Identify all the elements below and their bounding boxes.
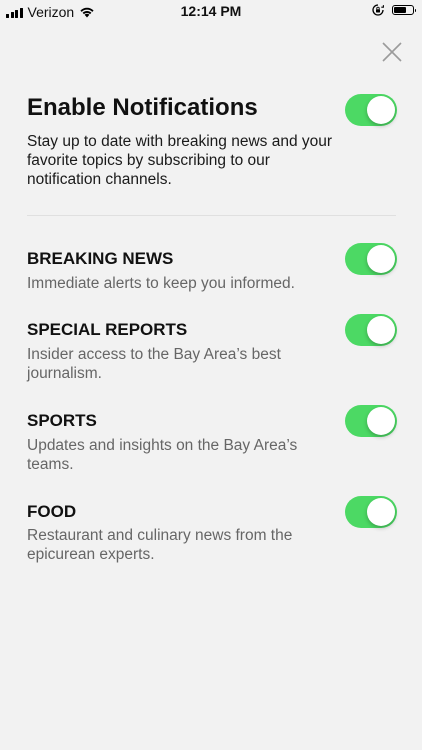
status-right	[372, 4, 416, 16]
toggle-knob	[367, 245, 395, 273]
battery-fill	[394, 7, 406, 13]
close-icon	[382, 42, 402, 62]
channel-description-sports: Updates and insights on the Bay Area’s t…	[27, 437, 298, 473]
special-reports-toggle[interactable]	[345, 314, 397, 346]
channel-title-sports: SPORTS	[27, 411, 97, 430]
toggle-knob	[367, 407, 395, 435]
channel-title-food: FOOD	[27, 502, 77, 521]
battery-icon	[392, 5, 416, 15]
page-description: Stay up to date with breaking news and y…	[27, 133, 333, 188]
enable-notifications-toggle[interactable]	[345, 94, 397, 126]
channel-description-special-reports: Insider access to the Bay Area’s best jo…	[27, 346, 281, 382]
channel-title-special-reports: SPECIAL REPORTS	[27, 320, 188, 339]
close-button[interactable]	[378, 38, 406, 66]
toggle-knob	[367, 498, 395, 526]
sports-toggle[interactable]	[345, 405, 397, 437]
divider	[27, 215, 396, 216]
page-title: Enable Notifications	[27, 94, 258, 121]
channel-description-food: Restaurant and culinary news from the ep…	[27, 527, 293, 563]
channel-title-breaking-news: BREAKING NEWS	[27, 249, 174, 268]
toggle-knob	[367, 316, 395, 344]
channel-description-breaking-news: Immediate alerts to keep you informed.	[27, 275, 295, 292]
toggle-knob	[367, 96, 395, 124]
food-toggle[interactable]	[345, 496, 397, 528]
status-bar: Verizon 12:14 PM	[0, 0, 422, 22]
rotation-lock-icon	[372, 4, 384, 16]
breaking-news-toggle[interactable]	[345, 243, 397, 275]
status-time: 12:14 PM	[180, 3, 242, 19]
